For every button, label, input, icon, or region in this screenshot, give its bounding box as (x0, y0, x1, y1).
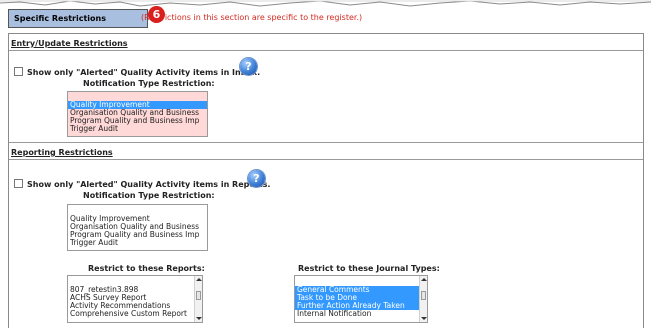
reporting-divider-top (9, 142, 643, 143)
reports-label: Restrict to these Reports: (88, 264, 205, 273)
inbox-alerted-checkbox[interactable] (14, 67, 23, 76)
section-header-title: Specific Restrictions (14, 14, 106, 23)
entry-notification-listbox[interactable]: Quality Improvement Organisation Quality… (67, 91, 208, 137)
scroll-down-icon[interactable] (421, 317, 427, 320)
reporting-section-title: Reporting Restrictions (11, 148, 113, 157)
list-item[interactable]: Trigger Audit (68, 125, 207, 133)
journal-types-label: Restrict to these Journal Types: (298, 264, 440, 273)
list-item[interactable]: Trigger Audit (68, 239, 207, 247)
step-badge: 6 (148, 6, 165, 23)
entry-section-title: Entry/Update Restrictions (11, 39, 128, 48)
entry-divider (9, 50, 643, 51)
list-item[interactable]: Comprehensive Custom Report (68, 310, 194, 318)
scrollbar[interactable] (194, 276, 202, 322)
reporting-notification-label: Notification Type Restriction: (83, 191, 215, 200)
scroll-up-icon[interactable] (421, 278, 427, 281)
help-icon[interactable]: ? (240, 58, 257, 75)
scroll-up-icon[interactable] (196, 278, 202, 281)
list-item[interactable]: Internal Notification (295, 310, 419, 318)
reporting-divider (9, 159, 643, 160)
scrollbar[interactable] (419, 276, 427, 322)
section-header: Specific Restrictions (8, 9, 148, 28)
help-icon[interactable]: ? (248, 170, 265, 187)
scroll-down-icon[interactable] (196, 317, 202, 320)
reporting-notification-listbox[interactable]: Quality Improvement Organisation Quality… (67, 204, 208, 251)
journal-types-listbox[interactable]: General Comments Task to be Done Further… (294, 275, 428, 323)
reports-alerted-label: Show only "Alerted" Quality Activity ite… (27, 180, 271, 189)
reports-alerted-checkbox[interactable] (14, 179, 23, 188)
inbox-alerted-label: Show only "Alerted" Quality Activity ite… (27, 68, 261, 77)
scroll-thumb[interactable] (421, 291, 426, 300)
entry-notification-label: Notification Type Restriction: (83, 79, 215, 88)
reports-listbox[interactable]: 807_retestin3.898 ACHS Survey Report Act… (67, 275, 203, 323)
scroll-thumb[interactable] (196, 291, 201, 300)
header-note: (Restrictions in this section are specif… (141, 13, 363, 22)
